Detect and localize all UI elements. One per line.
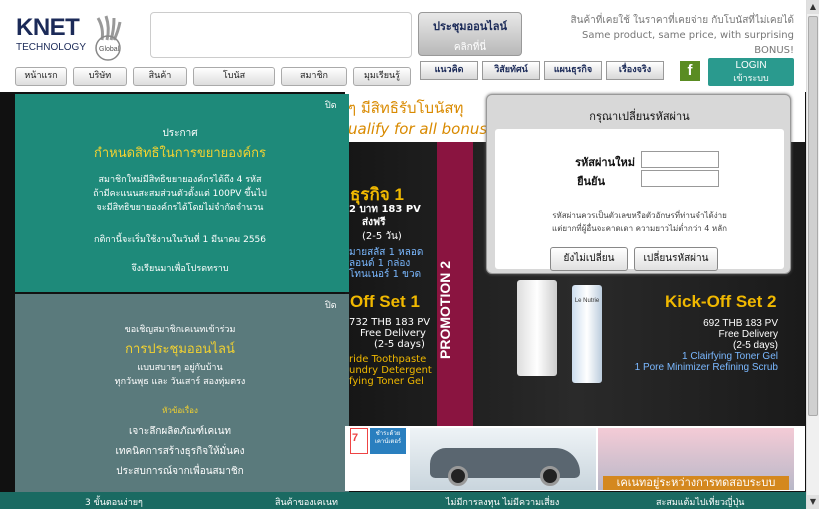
meeting-panel-body-line: แบบสบายๆ อยู่กับบ้าน (137, 363, 223, 373)
seven-eleven-logo-text: 7 (352, 432, 359, 444)
meeting-panel-title: การประชุมออนไลน์ (125, 342, 235, 357)
meeting-topic: ประสบการณ์จากเพื่อนสมาชิก (116, 466, 244, 477)
nav-concept[interactable]: แนวคิด (420, 61, 478, 80)
meeting-title: ประชุมออนไลน์ (432, 20, 508, 33)
business-set-line: ลอนด์ 1 กล่อง (349, 258, 411, 269)
business-set-line: มายสลัส 1 หลอด (349, 247, 424, 258)
kickoff-set-2-line: Free Delivery (718, 329, 778, 340)
meeting-topics-label: หัวข้อเรื่อง (162, 406, 198, 415)
confirm-password-field[interactable] (641, 170, 719, 187)
dialog-body: รหัสผ่านใหม่ ยืนยัน รหัสผ่านควรเป็นตัวเล… (495, 129, 784, 271)
kickoff-set-2-line: 1 Clairfying Toner Gel (682, 351, 778, 362)
meeting-panel-close-button[interactable]: ปิด (325, 298, 337, 312)
announcement-body-line: จะมีสิทธิขยายองค์กรได้โดยไม่จำกัดจำนวน (96, 203, 264, 213)
scrollbar-thumb[interactable] (808, 16, 818, 416)
announcement-title: กำหนดสิทธิในการขยายองค์กร (93, 146, 267, 161)
meeting-panel-heading: ขอเชิญสมาชิกเคเนทเข้าร่วม (124, 325, 236, 335)
kickoff-set-1-line: undry Detergent (349, 365, 432, 376)
announcement-panel: ปิด ประกาศ กำหนดสิทธิในการขยายองค์กร สมา… (15, 94, 349, 292)
product-tube-image (517, 280, 557, 376)
meeting-topic: เทคนิคการสร้างธุรกิจให้มั่นคง (115, 446, 245, 457)
nav-products[interactable]: สินค้า (133, 67, 187, 86)
change-password-dialog: กรุณาเปลี่ยนรหัสผ่าน รหัสผ่านใหม่ ยืนยัน… (486, 94, 791, 274)
password-hint: รหัสผ่านควรเป็นตัวเลขหรือตัวอักษรที่ท่าน… (495, 209, 784, 235)
scroll-up-arrow-icon[interactable]: ▲ (807, 0, 819, 14)
product-bottle-logo: Le Nutrie (574, 298, 600, 304)
search-input[interactable] (150, 12, 412, 58)
footer-link-no-investment[interactable]: ไม่มีการลงทุน ไม่มีความเสี่ยง (446, 495, 559, 509)
password-hint-line: แต่ยากที่ผู้อื่นจะคาดเดา ความยาวไม่ต่ำกว… (552, 224, 727, 233)
kickoff-set-1-line: Free Delivery (360, 328, 426, 339)
banner-top-thai: ๆ มีสิทธิรับโบนัสทุ (348, 99, 464, 117)
business-set-line: 2 บาท 183 PV (349, 204, 421, 215)
scroll-down-arrow-icon[interactable]: ▼ (807, 495, 819, 509)
banner-top-english: ualify for all bonuses (348, 120, 505, 138)
business-set-line: โทนเนอร์ 1 ขวด (349, 269, 422, 280)
car-wheel-shape (448, 466, 468, 486)
announcement-close-button[interactable]: ปิด (325, 98, 337, 112)
announcement-body-line: สมาชิกใหม่มีสิทธิขยายองค์กรได้ถึง 4 รหัส (98, 175, 262, 185)
global-logo-text: Global (99, 46, 120, 53)
kickoff-set-1-line: (2-5 days) (374, 339, 425, 350)
logo-text[interactable]: KNET (16, 16, 80, 40)
announcement-heading: ประกาศ (162, 128, 198, 139)
facebook-icon[interactable]: f (680, 61, 700, 81)
nav-home[interactable]: หน้าแรก (15, 67, 67, 86)
login-subtitle: เข้าระบบ (733, 74, 769, 84)
nav-members[interactable]: สมาชิก (281, 67, 347, 86)
kickoff-set-1-line: ride Toothpaste (349, 354, 427, 365)
kickoff-set-2-details: 692 THB 183 PV Free Delivery (2-5 days) … (618, 318, 778, 373)
kickoff-set-1-line: 732 THB 183 PV (349, 317, 431, 328)
nav-true-story[interactable]: เรื่องจริง (606, 61, 664, 80)
new-password-field[interactable] (641, 151, 719, 168)
global-logo-icon: Global (95, 15, 122, 61)
footer-link-japan-trip[interactable]: สะสมแต้มไปเที่ยวญี่ปุ่น (656, 495, 744, 509)
meeting-subtitle: คลิกที่นี่ (453, 42, 487, 53)
announcement-closing: จึงเรียนมาเพื่อโปรดทราบ (131, 264, 229, 274)
online-meeting-button[interactable]: ประชุมออนไลน์ คลิกที่นี่ (418, 12, 522, 56)
announcement-body-line: ถ้ามีคะแนนสะสมส่วนตัวตั้งแต่ 100PV ขึ้นไ… (93, 189, 267, 199)
tagline-english: Same product, same price, with surprisin… (582, 30, 794, 56)
nav-business-plan[interactable]: แผนธุรกิจ (544, 61, 602, 80)
footer-link-products[interactable]: สินค้าของเคเนท (275, 495, 338, 509)
kickoff-set-1-title: Off Set 1 (350, 292, 420, 311)
payment-counter-logo: ชำระด้วย เคาน์เตอร์ (370, 428, 406, 454)
kickoff-set-2-line: 692 THB 183 PV (703, 318, 778, 329)
password-hint-line: รหัสผ่านควรเป็นตัวเลขหรือตัวอักษรที่ท่าน… (552, 211, 727, 220)
promotion-2-label: PROMOTION 2 (437, 261, 453, 360)
kickoff-set-2-line: (2-5 days) (732, 340, 778, 351)
login-title: LOGIN (735, 60, 767, 71)
car-wheel-shape (540, 466, 560, 486)
business-set-line: (2-5 วัน) (362, 231, 402, 242)
tagline-thai: สินค้าที่เคยใช้ ในราคาที่เคยจ่าย กับโบนั… (570, 15, 795, 26)
announcement-effective-date: กติกานี้จะเริ่มใช้งานในวันที่ 1 มีนาคม 2… (94, 235, 266, 245)
nav-learning[interactable]: มุมเรียนรู้ (353, 67, 411, 86)
kickoff-set-2-title: Kick-Off Set 2 (665, 292, 777, 311)
login-button[interactable]: LOGIN เข้าระบบ (708, 58, 794, 86)
business-set-line: ส่งฟรี (362, 217, 386, 228)
logo-subtext: TECHNOLOGY (16, 42, 87, 53)
nav-vision[interactable]: วิสัยทัศน์ (482, 61, 540, 80)
kickoff-set-1-line: fying Toner Gel (349, 376, 424, 387)
nav-bonus[interactable]: โบนัส (193, 67, 275, 86)
new-password-label: รหัสผ่านใหม่ (575, 156, 635, 169)
tagline: สินค้าที่เคยใช้ ในราคาที่เคยจ่าย กับโบนั… (560, 13, 795, 58)
footer-link-steps[interactable]: 3 ขั้นตอนง่ายๆ (85, 495, 143, 509)
cancel-button[interactable]: ยังไม่เปลี่ยน (550, 247, 628, 271)
nav-company[interactable]: บริษัท (73, 67, 127, 86)
dialog-title: กรุณาเปลี่ยนรหัสผ่าน (589, 110, 690, 123)
online-meeting-panel: ปิด ขอเชิญสมาชิกเคเนทเข้าร่วม การประชุมอ… (15, 294, 349, 492)
kickoff-set-2-line: 1 Pore Minimizer Refining Scrub (634, 362, 778, 373)
change-password-button[interactable]: เปลี่ยนรหัสผ่าน (634, 247, 718, 271)
meeting-topic: เจาะลึกผลิตภัณฑ์เคเนท (128, 426, 232, 437)
meeting-panel-body-line: ทุกวันพุธ และ วันเสาร์ สองทุ่มตรง (114, 377, 246, 387)
system-testing-caption: เคเนทอยู่ระหว่างการทดสอบระบบ (603, 476, 789, 490)
confirm-password-label: ยืนยัน (577, 175, 605, 188)
